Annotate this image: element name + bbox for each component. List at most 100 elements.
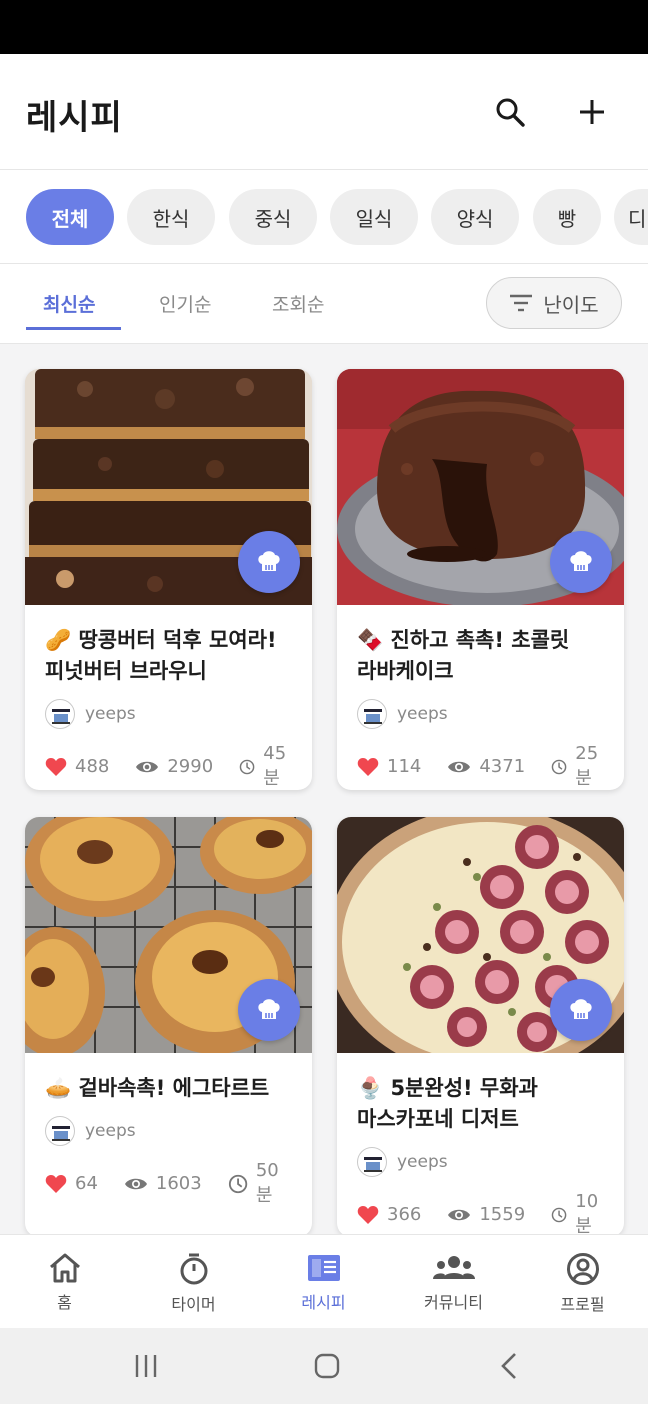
recent-apps-icon	[135, 1355, 157, 1377]
views-count: 4371	[479, 756, 526, 777]
recipe-title-line2: 라바케이크	[357, 659, 454, 683]
cook-time: 45분	[263, 743, 287, 789]
avatar	[357, 699, 387, 729]
chip-korean[interactable]: 한식	[127, 189, 215, 245]
recipe-card[interactable]: 🍫 진하고 촉촉! 초콜릿 라바케이크 yeeps 114 4371 25분	[337, 369, 624, 790]
recipe-author: yeeps	[337, 1135, 624, 1177]
recipe-stats: 64 1603 50분	[25, 1146, 312, 1207]
views-count: 2990	[167, 756, 214, 777]
chef-hat-icon	[258, 999, 280, 1019]
views-count: 1603	[155, 1173, 202, 1194]
avatar	[45, 699, 75, 729]
nav-profile[interactable]: 프로필	[518, 1235, 647, 1329]
chip-bread[interactable]: 빵	[533, 189, 601, 245]
likes-stat: 366	[357, 1204, 421, 1225]
eye-icon	[448, 761, 471, 772]
recipe-image	[337, 817, 624, 1053]
recipe-author: yeeps	[25, 687, 312, 729]
cook-time: 25분	[575, 743, 599, 789]
filter-icon	[510, 294, 533, 312]
recipe-image	[25, 369, 312, 605]
app-header: 레시피	[0, 54, 648, 170]
recipe-card[interactable]: 🥧 겉바속촉! 에그타르트 yeeps 64 1603 50분	[25, 817, 312, 1237]
bottom-navigation: 홈 타이머 레시피 커뮤니티 프로필	[0, 1234, 648, 1328]
nav-timer[interactable]: 타이머	[129, 1235, 258, 1329]
likes-stat: 488	[45, 756, 109, 777]
eye-icon	[124, 1178, 147, 1189]
sort-bar: 최신순 인기순 조회순 난이도	[0, 264, 648, 344]
views-stat: 2990	[135, 756, 213, 777]
add-recipe-button[interactable]	[570, 90, 614, 134]
chef-hat-icon	[570, 999, 592, 1019]
likes-stat: 114	[357, 756, 421, 777]
recipe-title: 🍨 5분완성! 무화과 마스카포네 디저트	[337, 1053, 624, 1135]
author-name: yeeps	[85, 1121, 136, 1141]
cook-time: 10분	[575, 1191, 599, 1237]
time-stat: 25분	[551, 743, 604, 790]
sort-tab-views[interactable]: 조회순	[272, 290, 324, 317]
community-icon	[432, 1256, 475, 1279]
chip-western[interactable]: 양식	[431, 189, 519, 245]
views-count: 1559	[479, 1204, 526, 1225]
chip-chinese[interactable]: 중식	[229, 189, 317, 245]
chef-hat-badge	[550, 979, 612, 1041]
system-navigation-bar	[0, 1328, 648, 1404]
recipe-image	[25, 817, 312, 1053]
recipe-stats: 114 4371 25분	[337, 729, 624, 790]
views-stat: 1559	[447, 1204, 525, 1225]
difficulty-label: 난이도	[543, 292, 599, 317]
nav-community[interactable]: 커뮤니티	[389, 1235, 518, 1329]
sort-tab-popular[interactable]: 인기순	[159, 290, 211, 317]
back-button[interactable]	[489, 1348, 529, 1384]
chef-hat-icon	[570, 551, 592, 571]
author-name: yeeps	[85, 704, 136, 724]
likes-stat: 64	[45, 1173, 98, 1194]
recipe-title-line2: 마스카포네 디저트	[357, 1107, 519, 1131]
sort-tab-latest[interactable]: 최신순	[43, 290, 95, 317]
heart-icon	[357, 757, 379, 776]
recipe-title: 🍫 진하고 촉촉! 초콜릿 라바케이크	[337, 605, 624, 687]
nav-home[interactable]: 홈	[0, 1235, 129, 1329]
search-button[interactable]	[488, 90, 532, 134]
recipe-title-line1: 🥜 땅콩버터 덕후 모여라!	[45, 628, 277, 652]
heart-icon	[45, 757, 67, 776]
nav-timer-label: 타이머	[171, 1295, 216, 1314]
plus-icon	[580, 100, 604, 124]
chip-dessert[interactable]: 디	[614, 189, 648, 245]
recipe-author: yeeps	[337, 687, 624, 729]
recipe-card[interactable]: 🍨 5분완성! 무화과 마스카포네 디저트 yeeps 366 1559 10분	[337, 817, 624, 1237]
home-icon	[49, 1253, 80, 1283]
recipe-title-line1: 🍫 진하고 촉촉! 초콜릿	[357, 628, 570, 652]
eye-icon	[136, 761, 159, 772]
time-stat: 50분	[228, 1160, 292, 1207]
category-chips: 전체 한식 중식 일식 양식 빵 디	[0, 170, 648, 264]
profile-icon	[566, 1253, 599, 1285]
nav-recipe[interactable]: 레시피	[259, 1235, 388, 1329]
nav-recipe-label: 레시피	[301, 1293, 346, 1312]
home-square-icon	[314, 1353, 340, 1379]
recent-apps-button[interactable]	[126, 1348, 166, 1384]
avatar	[45, 1116, 75, 1146]
likes-count: 366	[387, 1204, 422, 1225]
chef-hat-badge	[238, 979, 300, 1041]
home-system-button[interactable]	[307, 1348, 347, 1384]
nav-profile-label: 프로필	[560, 1295, 605, 1314]
nav-home-label: 홈	[57, 1293, 72, 1312]
recipe-title: 🥧 겉바속촉! 에그타르트	[25, 1053, 312, 1104]
recipe-title-line2: 피넛버터 브라우니	[45, 659, 207, 683]
search-icon	[496, 98, 525, 127]
recipe-title: 🥜 땅콩버터 덕후 모여라! 피넛버터 브라우니	[25, 605, 312, 687]
chip-all[interactable]: 전체	[26, 189, 114, 245]
eye-icon	[448, 1209, 471, 1220]
status-bar	[0, 0, 648, 54]
time-stat: 10분	[551, 1191, 604, 1237]
difficulty-filter-button[interactable]: 난이도	[486, 277, 622, 329]
likes-count: 488	[75, 756, 110, 777]
chip-japanese[interactable]: 일식	[330, 189, 418, 245]
recipe-card[interactable]: 🥜 땅콩버터 덕후 모여라! 피넛버터 브라우니 yeeps 488 2990 …	[25, 369, 312, 790]
recipe-stats: 366 1559 10분	[337, 1177, 624, 1237]
nav-community-label: 커뮤니티	[424, 1293, 483, 1312]
cook-time: 50분	[255, 1160, 279, 1206]
timer-icon	[180, 1253, 207, 1285]
clock-icon	[239, 759, 255, 774]
